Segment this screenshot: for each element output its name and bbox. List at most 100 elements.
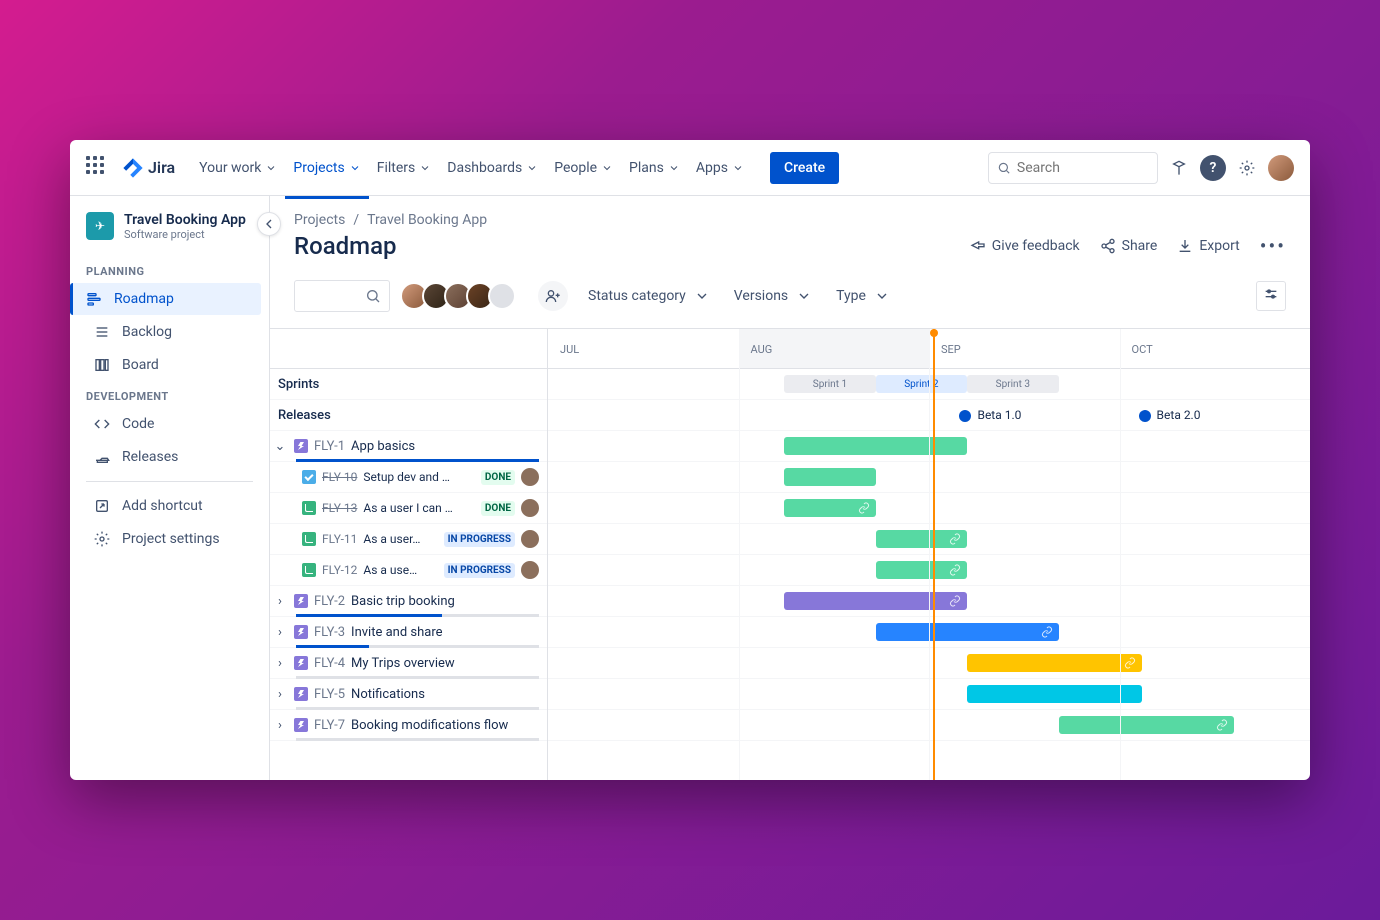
nav-item-your-work[interactable]: Your work	[191, 154, 285, 182]
epic-bar[interactable]	[876, 530, 967, 548]
add-people-button[interactable]	[538, 281, 568, 311]
nav-item-projects[interactable]: Projects	[285, 154, 368, 182]
epic-bar[interactable]	[876, 623, 1059, 641]
more-actions-icon[interactable]: •••	[1260, 234, 1286, 258]
sprint-pill[interactable]: Sprint 3	[967, 375, 1058, 393]
product-logo[interactable]: Jira	[122, 157, 175, 179]
avatar-unassigned[interactable]	[488, 282, 516, 310]
view-settings-icon[interactable]	[1256, 281, 1286, 311]
chevron-right-icon[interactable]: ›	[272, 625, 288, 640]
epic-icon	[294, 656, 308, 670]
epic-row[interactable]: ›FLY-4My Trips overview	[270, 648, 547, 679]
assignee-avatar[interactable]	[521, 561, 539, 579]
chevron-right-icon[interactable]: ›	[272, 656, 288, 671]
epic-bar[interactable]	[784, 592, 967, 610]
nav-item-people[interactable]: People	[546, 154, 621, 182]
chevron-down-icon	[874, 288, 890, 304]
assignee-avatar[interactable]	[521, 468, 539, 486]
create-button[interactable]: Create	[770, 152, 839, 184]
sidebar-item-add-shortcut[interactable]: Add shortcut	[78, 490, 261, 522]
sidebar-item-roadmap[interactable]: Roadmap	[70, 283, 261, 315]
search-input[interactable]	[1017, 160, 1149, 176]
issue-summary: App basics	[351, 439, 539, 454]
epic-row[interactable]: ›FLY-5Notifications	[270, 679, 547, 710]
epic-row[interactable]: ›FLY-2Basic trip booking	[270, 586, 547, 617]
epic-row[interactable]: ⌄FLY-1App basics	[270, 431, 547, 462]
nav-item-dashboards[interactable]: Dashboards	[439, 154, 546, 182]
issue-summary: As a user I can …	[363, 501, 475, 515]
chevron-right-icon[interactable]: ›	[272, 718, 288, 733]
child-issue-row[interactable]: FLY-13As a user I can …DONE	[270, 493, 547, 524]
profile-avatar[interactable]	[1268, 155, 1294, 181]
section-label: DEVELOPMENT	[70, 382, 269, 407]
settings-icon[interactable]	[1234, 155, 1260, 181]
help-icon[interactable]: ?	[1200, 155, 1226, 181]
sidebar-item-project-settings[interactable]: Project settings	[78, 523, 261, 555]
assignee-avatar[interactable]	[521, 499, 539, 517]
page-title: Roadmap	[294, 232, 397, 260]
month-header: AUG	[739, 329, 930, 368]
issue-summary: As a use…	[363, 563, 437, 577]
epic-bar[interactable]	[784, 468, 875, 486]
breadcrumb-item[interactable]: Projects	[294, 212, 345, 228]
issue-summary: Booking modifications flow	[351, 718, 539, 733]
epic-bar[interactable]	[1059, 716, 1234, 734]
roadmap-search-input[interactable]	[294, 280, 390, 312]
month-header: JUL	[548, 329, 739, 368]
nav-item-apps[interactable]: Apps	[688, 154, 752, 182]
global-search[interactable]	[988, 152, 1158, 184]
chevron-down-icon[interactable]: ⌄	[272, 439, 288, 454]
issue-key: FLY-13	[322, 501, 357, 515]
progress-bar	[296, 459, 539, 462]
export-button[interactable]: Export	[1177, 238, 1239, 254]
type-filter[interactable]: Type	[832, 284, 894, 308]
sprint-pill[interactable]: Sprint 1	[784, 375, 875, 393]
child-issue-row[interactable]: FLY-11As a user…IN PROGRESS	[270, 524, 547, 555]
sidebar-item-releases[interactable]: Releases	[78, 441, 261, 473]
roadmap-grid: Sprints Releases ⌄FLY-1App basicsFLY-10S…	[270, 328, 1310, 780]
sprint-pill[interactable]: Sprint 2	[876, 375, 967, 393]
epic-icon	[294, 625, 308, 639]
chevron-right-icon[interactable]: ›	[272, 594, 288, 609]
epic-row[interactable]: ›FLY-7Booking modifications flow	[270, 710, 547, 741]
child-issue-row[interactable]: FLY-12As a use…IN PROGRESS	[270, 555, 547, 586]
project-header[interactable]: ✈ Travel Booking App Software project	[70, 212, 269, 257]
sidebar-collapse-button[interactable]	[257, 212, 281, 236]
story-icon	[302, 563, 316, 577]
notifications-icon[interactable]	[1166, 155, 1192, 181]
chevron-down-icon	[526, 162, 538, 174]
link-icon	[949, 595, 961, 607]
sidebar-item-code[interactable]: Code	[78, 408, 261, 440]
sidebar-item-board[interactable]: Board	[78, 349, 261, 381]
issue-key: FLY-5	[314, 687, 345, 702]
epic-bar[interactable]	[784, 499, 875, 517]
release-marker[interactable]: Beta 1.0	[959, 408, 1021, 422]
app-switcher-icon[interactable]	[86, 156, 110, 180]
top-nav: Jira Your workProjectsFiltersDashboardsP…	[70, 140, 1310, 196]
month-header: OCT	[1120, 329, 1311, 368]
status-category-filter[interactable]: Status category	[584, 284, 714, 308]
epic-bar[interactable]	[876, 561, 967, 579]
chevron-right-icon[interactable]: ›	[272, 687, 288, 702]
breadcrumb-item[interactable]: Travel Booking App	[367, 212, 487, 228]
breadcrumb: Projects/ Travel Booking App	[270, 196, 1310, 228]
share-button[interactable]: Share	[1100, 238, 1158, 254]
assignee-avatars[interactable]	[406, 282, 516, 310]
nav-item-plans[interactable]: Plans	[621, 154, 688, 182]
nav-item-filters[interactable]: Filters	[369, 154, 440, 182]
epic-bar[interactable]	[967, 654, 1142, 672]
versions-filter[interactable]: Versions	[730, 284, 816, 308]
issue-key: FLY-12	[322, 563, 357, 577]
epic-row[interactable]: ›FLY-3Invite and share	[270, 617, 547, 648]
give-feedback-button[interactable]: Give feedback	[970, 238, 1080, 254]
release-marker[interactable]: Beta 2.0	[1139, 408, 1201, 422]
epic-bar[interactable]	[967, 685, 1142, 703]
roadmap-timeline[interactable]: JULAUGSEPOCT Sprint 1Sprint 2Sprint 3 Be…	[548, 329, 1310, 780]
epic-bar[interactable]	[784, 437, 967, 455]
sidebar-item-backlog[interactable]: Backlog	[78, 316, 261, 348]
sidebar: ✈ Travel Booking App Software project PL…	[70, 196, 270, 780]
child-issue-row[interactable]: FLY-10Setup dev and …DONE	[270, 462, 547, 493]
chevron-down-icon	[694, 288, 710, 304]
assignee-avatar[interactable]	[521, 530, 539, 548]
chevron-down-icon	[419, 162, 431, 174]
